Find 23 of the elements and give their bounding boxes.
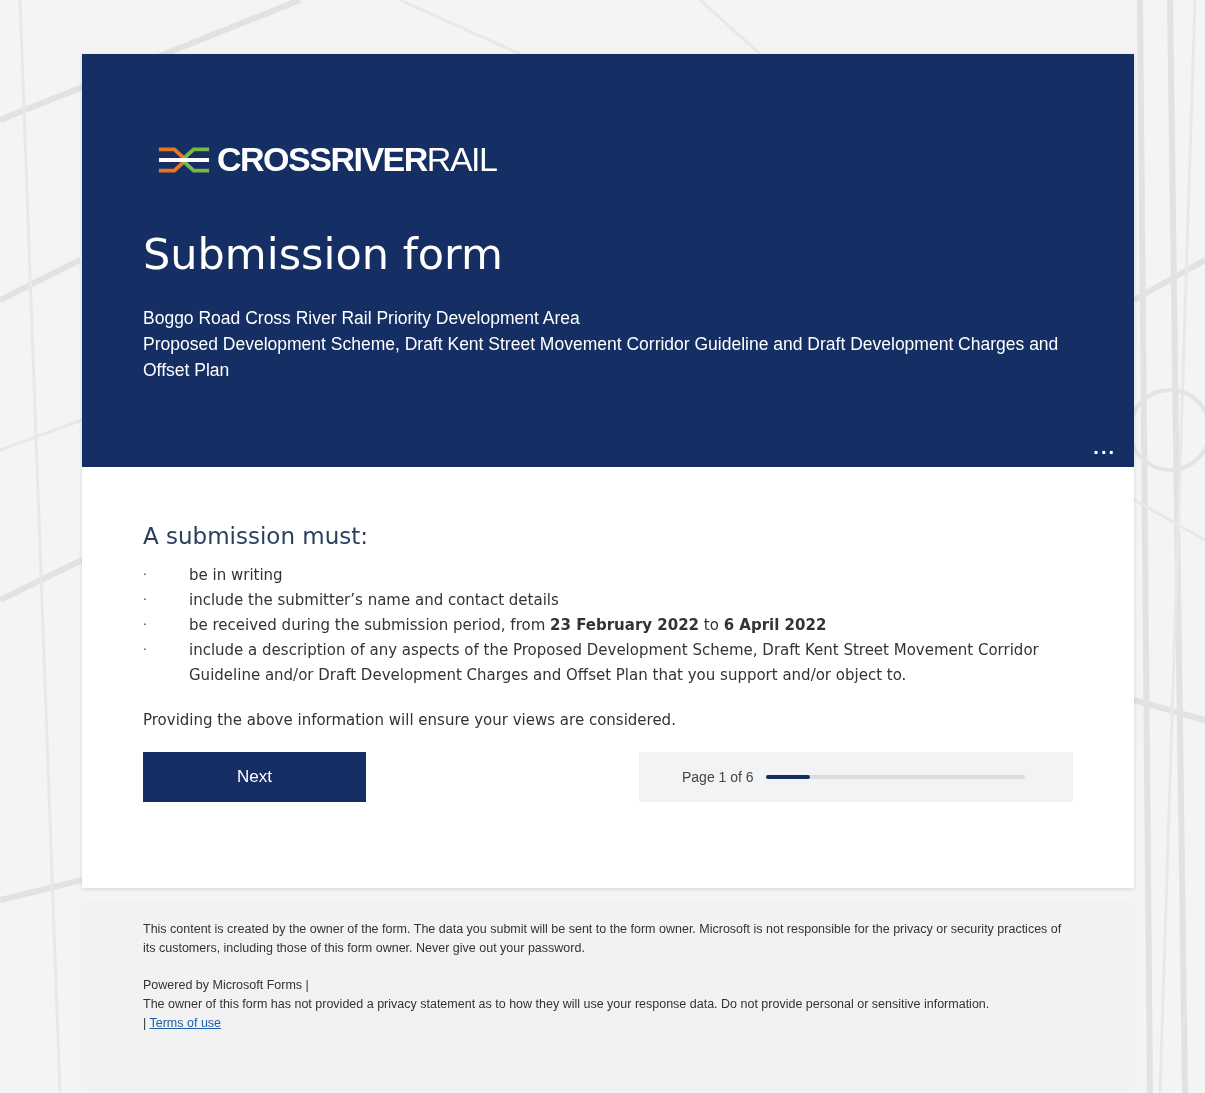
page-indicator: Page 1 of 6 (682, 769, 754, 785)
more-options-button[interactable]: ... (1089, 436, 1120, 459)
disclaimer-text: This content is created by the owner of the form. The data you submit will be sent to the form owner. Microsoft is not responsible for the privacy or security practices of its customers, including those of this form owner. Never give out your password. (143, 921, 1063, 957)
form-title: Submission form (143, 229, 504, 279)
bullet: · (143, 617, 148, 634)
section-heading: A submission must: (143, 523, 370, 549)
privacy-text: The owner of this form has not provided a privacy statement as to how they will use your response data. Do not provide personal or sensitive information. (143, 996, 991, 1013)
form-description: Boggo Road Cross River Rail Priority Development Area (143, 307, 581, 330)
separator-text: | (143, 1016, 147, 1030)
requirement-text: be in writing (189, 565, 283, 586)
bullet: · (143, 567, 148, 584)
requirement-text: be received during the submission period, from 23 February 2022 to 6 April 2022 (189, 615, 827, 636)
requirement-text: include a description of any aspects of the Proposed Development Scheme, Draft Kent Street Movement Corridor Guideline and/or Draft Development Charges and Offset Plan that you support and/or object to. (189, 640, 1040, 686)
note-text: Providing the above information will ensure your views are considered. (143, 711, 677, 729)
powered-by-text: Powered by Microsoft Forms | (143, 977, 310, 994)
form-description: Proposed Development Scheme, Draft Kent Street Movement Corridor Guideline and Draft Development Charges and Offset Plan (143, 333, 1060, 382)
terms-link[interactable]: Terms of use (149, 1016, 222, 1030)
requirement-text: include the submitter’s name and contact details (189, 590, 559, 611)
logo-text: CROSSRIVERRAIL (217, 140, 497, 179)
crossing-tracks-icon (157, 144, 211, 175)
bullet: · (143, 642, 148, 659)
bullet: · (143, 592, 148, 609)
next-button[interactable]: Next (143, 752, 366, 802)
